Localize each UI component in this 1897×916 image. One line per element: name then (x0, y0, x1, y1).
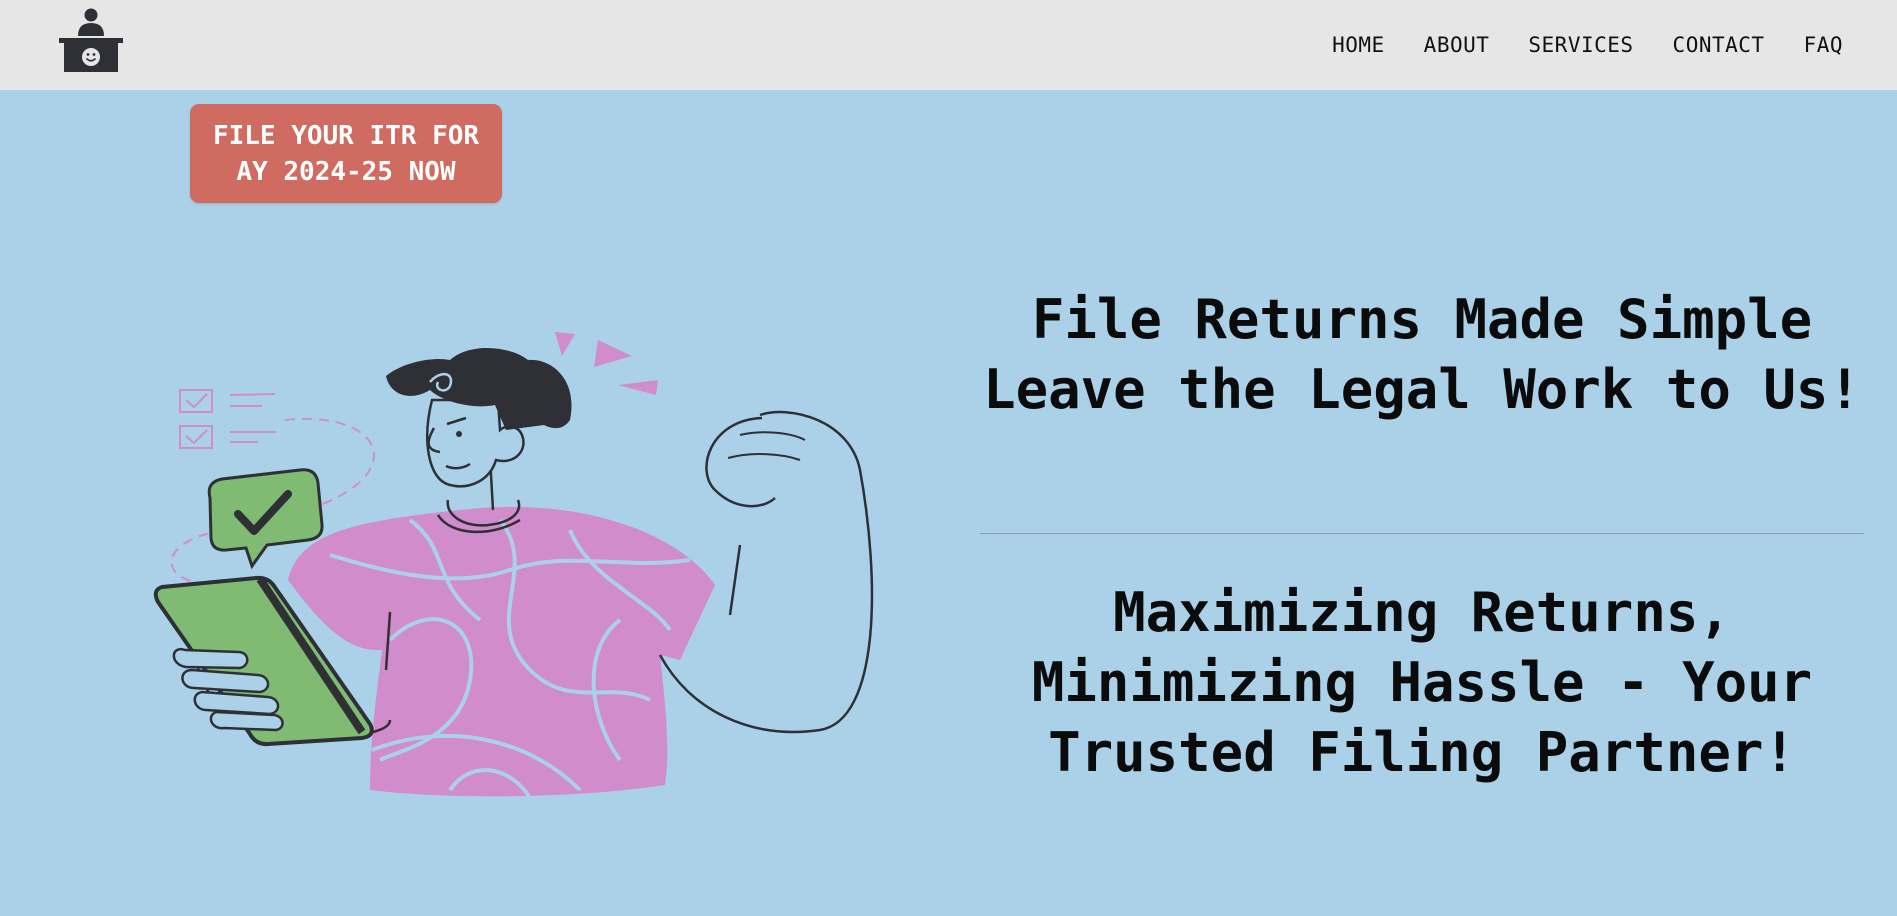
main-nav: HOME ABOUT SERVICES CONTACT FAQ (1332, 0, 1843, 90)
nav-home[interactable]: HOME (1332, 33, 1385, 57)
hero-subheadline: Maximizing Returns, Minimizing Hassle - … (1031, 581, 1813, 784)
file-itr-button[interactable]: FILE YOUR ITR FOR AY 2024-25 NOW (190, 104, 502, 203)
hero-headline: File Returns Made Simple Leave the Legal… (983, 288, 1861, 421)
hero-divider (980, 533, 1864, 534)
nav-faq[interactable]: FAQ (1804, 33, 1843, 57)
nav-services[interactable]: SERVICES (1528, 33, 1633, 57)
man-with-phone-checkmark-illustration (153, 332, 874, 800)
nav-contact[interactable]: CONTACT (1673, 33, 1765, 57)
reception-desk-smiley-icon[interactable] (56, 6, 126, 74)
file-itr-button-label: FILE YOUR ITR FOR AY 2024-25 NOW (212, 120, 480, 187)
nav-about[interactable]: ABOUT (1424, 33, 1490, 57)
top-navbar: HOME ABOUT SERVICES CONTACT FAQ (0, 0, 1897, 90)
